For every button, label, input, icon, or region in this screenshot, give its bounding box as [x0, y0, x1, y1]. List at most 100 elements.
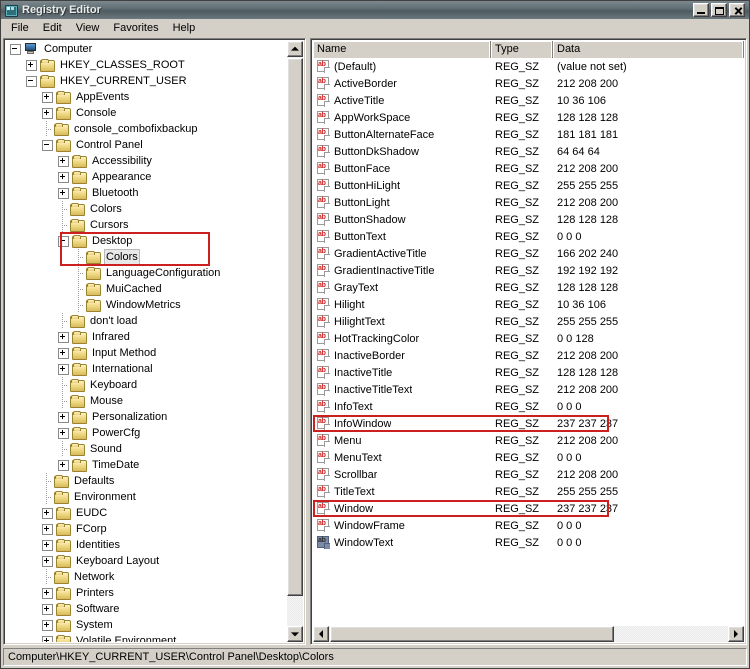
expand-icon[interactable] [58, 155, 69, 167]
expand-icon[interactable] [42, 507, 53, 519]
tree-node[interactable]: System [6, 617, 286, 633]
table-row[interactable]: ab HotTrackingColor REG_SZ 0 0 128 [313, 330, 744, 347]
table-row[interactable]: ab GrayText REG_SZ 128 128 128 [313, 279, 744, 296]
expand-icon[interactable] [42, 587, 53, 599]
tree-node[interactable]: Personalization [6, 409, 286, 425]
tree-node[interactable]: Mouse [6, 393, 286, 409]
values-horizontal-scrollbar[interactable] [313, 626, 744, 642]
values-scroll-right-button[interactable] [728, 626, 744, 642]
tree-node[interactable]: Keyboard Layout [6, 553, 286, 569]
table-row[interactable]: ab WindowFrame REG_SZ 0 0 0 [313, 517, 744, 534]
table-row[interactable]: ab HilightText REG_SZ 255 255 255 [313, 313, 744, 330]
table-row[interactable]: ab TitleText REG_SZ 255 255 255 [313, 483, 744, 500]
collapse-icon[interactable] [26, 75, 37, 87]
collapse-icon[interactable] [58, 235, 69, 247]
menu-item-view[interactable]: View [69, 21, 107, 35]
minimize-button[interactable] [693, 3, 709, 17]
tree-scrollbar-thumb[interactable] [287, 58, 303, 596]
tree-node[interactable]: Input Method [6, 345, 286, 361]
expand-icon[interactable] [58, 459, 69, 471]
values-scrollbar-thumb[interactable] [330, 626, 614, 642]
tree-node[interactable]: console_combofixbackup [6, 121, 286, 137]
tree-node[interactable]: LanguageConfiguration [6, 265, 286, 281]
column-header-name[interactable]: Name [313, 41, 491, 58]
tree-node[interactable]: Desktop [6, 233, 286, 249]
table-row[interactable]: ab ActiveTitle REG_SZ 10 36 106 [313, 92, 744, 109]
expand-icon[interactable] [58, 187, 69, 199]
tree-node[interactable]: Software [6, 601, 286, 617]
tree-node[interactable]: Colors [6, 201, 286, 217]
expand-icon[interactable] [42, 603, 53, 615]
tree-node[interactable]: Identities [6, 537, 286, 553]
expand-icon[interactable] [42, 555, 53, 567]
tree-node[interactable]: don't load [6, 313, 286, 329]
table-row[interactable]: ab Menu REG_SZ 212 208 200 [313, 432, 744, 449]
table-row[interactable]: ab InfoWindow REG_SZ 237 237 237 [313, 415, 744, 432]
table-row[interactable]: ab WindowText REG_SZ 0 0 0 [313, 534, 744, 551]
column-header-type[interactable]: Type [491, 41, 553, 58]
tree-node[interactable]: Appearance [6, 169, 286, 185]
tree-node[interactable]: Accessibility [6, 153, 286, 169]
collapse-icon[interactable] [10, 43, 21, 55]
tree-node[interactable]: Colors [6, 249, 286, 265]
table-row[interactable]: ab Window REG_SZ 237 237 237 [313, 500, 744, 517]
tree-node[interactable]: FCorp [6, 521, 286, 537]
expand-icon[interactable] [42, 539, 53, 551]
expand-icon[interactable] [42, 635, 53, 642]
table-row[interactable]: ab Hilight REG_SZ 10 36 106 [313, 296, 744, 313]
table-row[interactable]: ab InfoText REG_SZ 0 0 0 [313, 398, 744, 415]
menu-item-edit[interactable]: Edit [36, 21, 69, 35]
tree-node[interactable]: Sound [6, 441, 286, 457]
tree-vertical-scrollbar[interactable] [287, 41, 303, 642]
tree-node[interactable]: Defaults [6, 473, 286, 489]
table-row[interactable]: ab AppWorkSpace REG_SZ 128 128 128 [313, 109, 744, 126]
tree-node[interactable]: International [6, 361, 286, 377]
table-row[interactable]: ab InactiveTitle REG_SZ 128 128 128 [313, 364, 744, 381]
tree-node[interactable]: Computer [6, 41, 286, 57]
tree-node[interactable]: Printers [6, 585, 286, 601]
tree-node[interactable]: Control Panel [6, 137, 286, 153]
tree-node[interactable]: PowerCfg [6, 425, 286, 441]
tree-node[interactable]: EUDC [6, 505, 286, 521]
table-row[interactable]: ab ButtonLight REG_SZ 212 208 200 [313, 194, 744, 211]
tree-node[interactable]: Network [6, 569, 286, 585]
expand-icon[interactable] [58, 363, 69, 375]
table-row[interactable]: ab ButtonAlternateFace REG_SZ 181 181 181 [313, 126, 744, 143]
tree-node[interactable]: WindowMetrics [6, 297, 286, 313]
tree-node[interactable]: Keyboard [6, 377, 286, 393]
values-scroll-left-button[interactable] [313, 626, 329, 642]
table-row[interactable]: ab (Default) REG_SZ (value not set) [313, 58, 744, 75]
expand-icon[interactable] [42, 107, 53, 119]
table-row[interactable]: ab MenuText REG_SZ 0 0 0 [313, 449, 744, 466]
tree-node[interactable]: Cursors [6, 217, 286, 233]
table-row[interactable]: ab ButtonFace REG_SZ 212 208 200 [313, 160, 744, 177]
expand-icon[interactable] [42, 619, 53, 631]
table-row[interactable]: ab ButtonDkShadow REG_SZ 64 64 64 [313, 143, 744, 160]
table-row[interactable]: ab InactiveBorder REG_SZ 212 208 200 [313, 347, 744, 364]
tree-node[interactable]: Bluetooth [6, 185, 286, 201]
tree-node[interactable]: HKEY_CURRENT_USER [6, 73, 286, 89]
tree-node[interactable]: Console [6, 105, 286, 121]
table-row[interactable]: ab ButtonShadow REG_SZ 128 128 128 [313, 211, 744, 228]
expand-icon[interactable] [58, 411, 69, 423]
expand-icon[interactable] [26, 59, 37, 71]
table-row[interactable]: ab ActiveBorder REG_SZ 212 208 200 [313, 75, 744, 92]
tree-node[interactable]: MuiCached [6, 281, 286, 297]
table-row[interactable]: ab Scrollbar REG_SZ 212 208 200 [313, 466, 744, 483]
menu-item-file[interactable]: File [4, 21, 36, 35]
list-body[interactable]: ab (Default) REG_SZ (value not set) ab Active… [313, 58, 744, 625]
table-row[interactable]: ab ButtonHiLight REG_SZ 255 255 255 [313, 177, 744, 194]
tree-node[interactable]: AppEvents [6, 89, 286, 105]
tree-node[interactable]: Infrared [6, 329, 286, 345]
maximize-button[interactable] [711, 3, 727, 17]
expand-icon[interactable] [58, 171, 69, 183]
tree-node[interactable]: Volatile Environment [6, 633, 286, 642]
menu-item-help[interactable]: Help [166, 21, 203, 35]
registry-tree[interactable]: Computer HKEY_CLASSES_ROOT HKEY_CURRENT_US… [6, 41, 286, 642]
collapse-icon[interactable] [42, 139, 53, 151]
table-row[interactable]: ab ButtonText REG_SZ 0 0 0 [313, 228, 744, 245]
expand-icon[interactable] [58, 347, 69, 359]
menu-item-favorites[interactable]: Favorites [106, 21, 165, 35]
tree-node[interactable]: TimeDate [6, 457, 286, 473]
table-row[interactable]: ab GradientInactiveTitle REG_SZ 192 192 192 [313, 262, 744, 279]
